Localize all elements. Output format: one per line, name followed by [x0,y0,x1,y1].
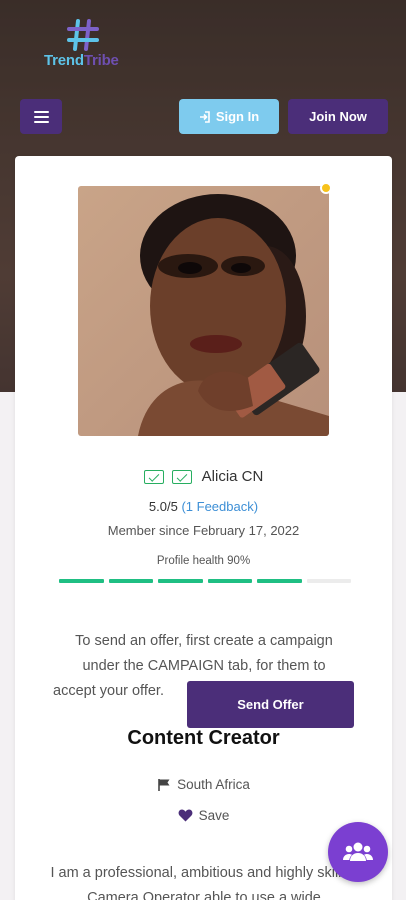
profile-photo [78,186,329,436]
country: South Africa [15,777,392,792]
health-segment [207,579,252,583]
rating: 5.0/5 (1 Feedback) [15,499,392,514]
health-segment [306,579,351,583]
join-now-button[interactable]: Join Now [288,99,388,134]
creator-bio: I am a professional, ambitious and highl… [50,865,358,900]
profile-page: TrendTribe Sign In Join Now Alicia CN 5.… [0,0,406,900]
logo-text: TrendTribe [44,52,119,69]
flag-icon [158,779,170,791]
profile-health-label: Profile health 90% [156,555,251,567]
health-segment [108,579,153,583]
hamburger-menu-button[interactable] [20,99,62,134]
verified-id-icon [171,469,192,484]
online-status-dot [320,182,332,194]
save-button[interactable]: Save [15,808,392,823]
health-segment [158,579,203,583]
rating-value: 5.0/5 [148,499,178,514]
feedback-link[interactable]: (1 Feedback) [181,499,258,514]
verified-email-icon [143,469,164,484]
creator-name: Alicia CN [201,468,264,485]
profile-health-bar [59,579,351,583]
sign-in-icon [199,110,210,123]
sign-in-button[interactable]: Sign In [179,99,279,134]
send-offer-button[interactable]: Send Offer [187,681,354,728]
name-row: Alicia CN [15,468,392,485]
community-fab-button[interactable] [328,822,388,882]
health-segment [59,579,104,583]
member-since: Member since February 17, 2022 [107,523,300,538]
creator-role: Content Creator [127,727,280,749]
hashtag-logo-icon [67,19,99,51]
heart-icon [178,809,193,822]
profile-card: Alicia CN 5.0/5 (1 Feedback) Member sinc… [15,156,392,900]
health-segment [257,579,302,583]
trendtribe-logo[interactable]: TrendTribe [44,18,124,74]
users-group-icon [343,842,373,861]
